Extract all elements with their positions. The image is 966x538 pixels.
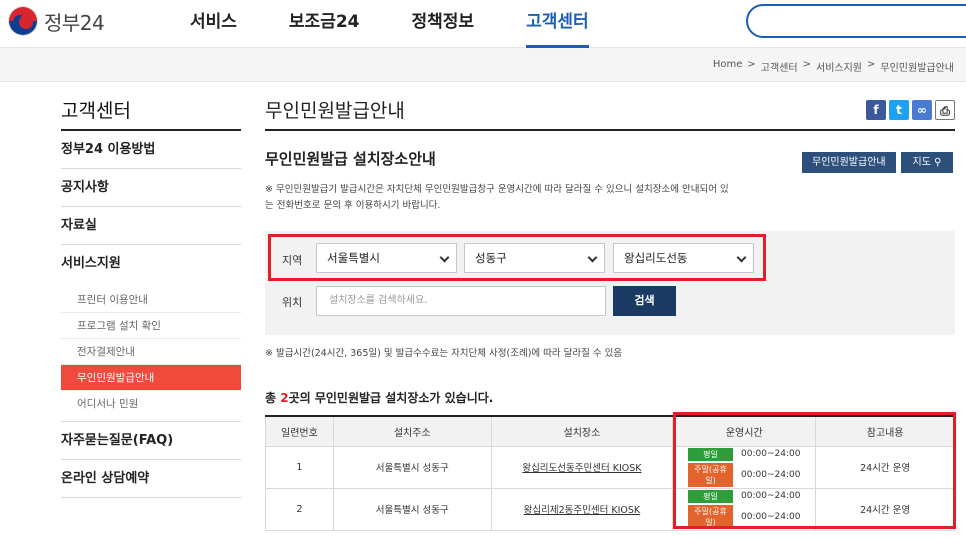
- dong-select[interactable]: 왕십리도선동: [613, 243, 754, 273]
- kiosk-guide-button[interactable]: 무인민원발급안내: [802, 152, 896, 173]
- holiday-badge: 주말(공휴일): [688, 504, 734, 529]
- cell-hours: 평일 00:00~24:00 주말(공휴일) 00:00~24:00: [672, 487, 817, 531]
- taegeuk-logo-icon: [8, 6, 38, 36]
- location-label: 위치: [282, 296, 303, 309]
- sidebar-submenu: 프린터 이용안내 프로그램 설치 확인 전자결제안내 무인민원발급안내 어디서나…: [61, 283, 241, 422]
- sidebar-sub-printer[interactable]: 프린터 이용안내: [61, 287, 241, 313]
- sidebar-item-usage[interactable]: 정부24 이용방법: [61, 131, 241, 169]
- nav-policy-info[interactable]: 정책정보: [412, 10, 475, 48]
- col-header-hours: 운영시간: [672, 415, 817, 447]
- share-toolbar: f t ∞ ⎙: [863, 100, 955, 120]
- holiday-time: 00:00~24:00: [741, 469, 801, 480]
- page-title-text: 무인민원발급안내: [265, 100, 405, 122]
- gov24-logo[interactable]: 정부24: [8, 6, 105, 36]
- logo-text: 정부24: [44, 10, 105, 35]
- city-select-value: 서울특별시: [327, 251, 380, 265]
- cell-place-link[interactable]: 왕십리도선동주민센터 KIOSK: [490, 445, 674, 489]
- map-button-label: 지도: [912, 157, 931, 168]
- chevron-down-icon: [439, 252, 450, 263]
- weekday-time: 00:00~24:00: [741, 449, 801, 459]
- holiday-time: 00:00~24:00: [741, 511, 801, 522]
- facebook-icon[interactable]: f: [866, 100, 886, 120]
- holiday-badge: 주말(공휴일): [688, 462, 734, 487]
- col-header-no: 일련번호: [265, 415, 334, 447]
- cell-note: 24시간 운영: [815, 487, 955, 531]
- sidebar-item-consult[interactable]: 온라인 상담예약: [61, 460, 241, 498]
- col-header-address: 설치주소: [332, 415, 492, 447]
- map-button[interactable]: 지도 ⚲: [901, 152, 953, 173]
- main-content: 무인민원발급안내 f t ∞ ⎙ 무인민원발급 설치장소안내 무인민원발급안내 …: [265, 96, 956, 531]
- nav-service[interactable]: 서비스: [190, 10, 237, 48]
- sidebar-item-archive[interactable]: 자료실: [61, 207, 241, 245]
- weekday-badge: 평일: [688, 489, 734, 503]
- table-header-row: 일련번호 설치주소 설치장소 운영시간 참고내용: [265, 415, 955, 447]
- cell-no: 2: [265, 487, 334, 531]
- location-pin-icon: ⚲: [934, 157, 942, 168]
- sidebar-item-notice[interactable]: 공지사항: [61, 169, 241, 207]
- sidebar-sub-anywhere[interactable]: 어디서나 민원: [61, 391, 241, 417]
- section-title: 무인민원발급 설치장소안내: [265, 150, 436, 168]
- col-header-note: 참고내용: [815, 415, 955, 447]
- main-nav: 서비스 보조금24 정책정보 고객센터: [190, 10, 641, 48]
- breadcrumb-customer-center[interactable]: 고객센터: [761, 59, 798, 74]
- twitter-icon[interactable]: t: [889, 100, 909, 120]
- count-suffix: 곳의 무인민원발급 설치장소가 있습니다.: [288, 391, 494, 405]
- breadcrumb-bar: Home > 고객센터 > 서비스지원 > 무인민원발급안내: [0, 48, 966, 82]
- cell-no: 1: [265, 445, 334, 489]
- city-select[interactable]: 서울특별시: [316, 243, 457, 273]
- cell-address: 서울특별시 성동구: [332, 487, 492, 531]
- sidebar-item-service-support[interactable]: 서비스지원: [61, 245, 241, 283]
- breadcrumb-sep: >: [802, 59, 811, 70]
- sidebar-sub-e-payment[interactable]: 전자결제안내: [61, 339, 241, 365]
- breadcrumb-sep: >: [747, 59, 756, 70]
- print-icon[interactable]: ⎙: [935, 100, 955, 120]
- col-header-place: 설치장소: [490, 415, 674, 447]
- count-prefix: 총: [265, 391, 281, 405]
- sidebar: 고객센터 정부24 이용방법 공지사항 자료실 서비스지원 프린터 이용안내 프…: [61, 96, 241, 498]
- table-row: 1 서울특별시 성동구 왕십리도선동주민센터 KIOSK 평일 00:00~24:…: [265, 445, 955, 489]
- sidebar-item-faq[interactable]: 자주묻는질문(FAQ): [61, 422, 241, 460]
- notice-text: ※ 무인민원발급기 발급시간은 자치단체 무인민원발급창구 운영시간에 따라 달…: [265, 184, 729, 211]
- page-title: 무인민원발급안내 f t ∞ ⎙: [265, 96, 955, 131]
- district-select-value: 성동구: [475, 251, 507, 265]
- cell-place-link[interactable]: 왕십리제2동주민센터 KIOSK: [490, 487, 674, 531]
- breadcrumb-current[interactable]: 무인민원발급안내: [880, 59, 954, 74]
- sidebar-sub-kiosk-guide[interactable]: 무인민원발급안내: [61, 365, 241, 391]
- sidebar-title: 고객센터: [61, 96, 241, 131]
- breadcrumb-home[interactable]: Home: [713, 59, 743, 74]
- chevron-down-icon: [736, 252, 747, 263]
- breadcrumb: Home > 고객센터 > 서비스지원 > 무인민원발급안내: [708, 59, 954, 74]
- link-icon[interactable]: ∞: [912, 100, 932, 120]
- top-header: 정부24 서비스 보조금24 정책정보 고객센터: [0, 0, 966, 48]
- chevron-down-icon: [587, 252, 598, 263]
- cell-address: 서울특별시 성동구: [332, 445, 492, 489]
- breadcrumb-service-support[interactable]: 서비스지원: [816, 59, 862, 74]
- result-count: 총 2곳의 무인민원발급 설치장소가 있습니다.: [265, 389, 493, 406]
- weekday-badge: 평일: [688, 447, 734, 461]
- place-search-input[interactable]: 설치장소를 검색하세요.: [316, 286, 606, 316]
- cell-note: 24시간 운영: [815, 445, 955, 489]
- global-search-input[interactable]: [746, 4, 966, 38]
- dong-select-value: 왕십리도선동: [624, 251, 688, 265]
- cell-hours: 평일 00:00~24:00 주말(공휴일) 00:00~24:00: [672, 445, 817, 489]
- sidebar-sub-program-install[interactable]: 프로그램 설치 확인: [61, 313, 241, 339]
- region-label: 지역: [282, 254, 303, 267]
- nav-customer-center[interactable]: 고객센터: [526, 10, 589, 48]
- district-select[interactable]: 성동구: [464, 243, 605, 273]
- kiosk-table: 일련번호 설치주소 설치장소 운영시간 참고내용 1 서울특별시 성동구 왕십리…: [265, 415, 955, 531]
- fee-notice: ※ 발급시간(24시간, 365일) 및 발급수수료는 자치단체 사정(조례)에…: [265, 348, 623, 359]
- count-number: 2: [280, 391, 289, 405]
- table-row: 2 서울특별시 성동구 왕십리제2동주민센터 KIOSK 평일 00:00~24:…: [265, 487, 955, 531]
- search-panel: 지역 서울특별시 성동구 왕십리도선동 위치 설치장소를 검색하세요. 검색: [265, 231, 955, 335]
- weekday-time: 00:00~24:00: [741, 491, 801, 501]
- breadcrumb-sep: >: [867, 59, 876, 70]
- search-button[interactable]: 검색: [613, 286, 676, 316]
- nav-subsidy24[interactable]: 보조금24: [289, 10, 360, 48]
